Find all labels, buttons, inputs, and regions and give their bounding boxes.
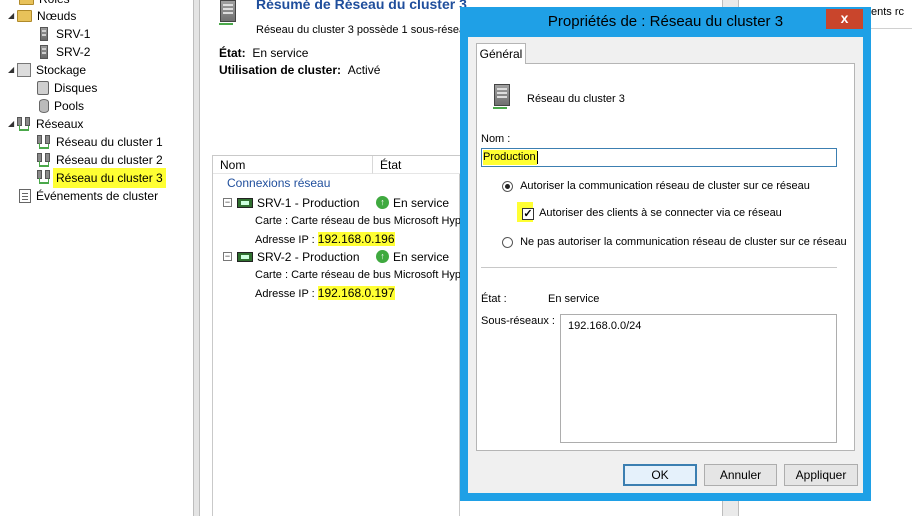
network-connections-list[interactable]: Nom État Connexions réseau − SRV-1 - Prod…	[212, 155, 461, 516]
storage-icon	[17, 63, 31, 77]
network-icon	[37, 170, 51, 184]
apply-button[interactable]: Appliquer	[784, 464, 858, 486]
navigation-tree: Rôles ◢Nœuds SRV-1 SRV-2 ◢Stockage Disqu…	[0, 0, 193, 516]
tree-item-network-2[interactable]: Réseau du cluster 2	[37, 151, 166, 169]
subnets-label: Sous-réseaux :	[481, 315, 555, 327]
network-icon	[493, 84, 510, 109]
ip-address: Adresse IP : 192.168.0.196	[255, 232, 395, 246]
network-name: Réseau du cluster 3	[527, 93, 625, 105]
tab-panel: Réseau du cluster 3 Nom : Production Aut…	[476, 63, 855, 451]
ip-address: Adresse IP : 192.168.0.197	[255, 286, 395, 300]
tree-item-networks[interactable]: ◢ Réseaux	[8, 115, 86, 133]
network-adapter-icon	[237, 252, 253, 262]
tree-item-cluster-events[interactable]: Événements de cluster	[19, 187, 161, 205]
name-label: Nom :	[481, 133, 511, 145]
actions-text: ents rc	[871, 6, 905, 18]
summary-description: Réseau du cluster 3 possède 1 sous-résea…	[256, 24, 472, 36]
tree-item-network-1[interactable]: Réseau du cluster 1	[37, 133, 166, 151]
network-icon	[37, 153, 51, 167]
tree-item-storage[interactable]: ◢ Stockage	[8, 61, 89, 79]
server-icon	[40, 45, 48, 59]
disk-icon	[37, 81, 49, 95]
summary-state: État: En service	[219, 46, 309, 60]
status-cell: ↑ En service	[376, 194, 449, 212]
expand-arrow-icon[interactable]: ◢	[8, 61, 17, 79]
check-icon[interactable]: ✓	[522, 208, 534, 220]
expand-arrow-icon[interactable]: ◢	[8, 115, 17, 133]
networks-icon	[17, 117, 31, 131]
pool-icon	[39, 99, 49, 113]
group-header: Connexions réseau	[227, 176, 331, 190]
radio-disallow-cluster[interactable]: Ne pas autoriser la communication réseau…	[502, 236, 847, 250]
list-item[interactable]: 192.168.0.0/24	[568, 320, 641, 332]
text-caret	[536, 151, 538, 164]
properties-dialog: Propriétés de : Réseau du cluster 3 x Gé…	[460, 7, 871, 501]
radio-allow-cluster-button[interactable]	[502, 181, 513, 192]
tree-item-nodes[interactable]: ◢ Nœuds	[8, 7, 79, 25]
table-row[interactable]: − SRV-2 - Production	[223, 248, 360, 266]
dialog-body: Général Réseau du cluster 3 Nom : Produc…	[468, 37, 863, 493]
tree-item-disks[interactable]: Disques	[37, 79, 100, 97]
tab-general[interactable]: Général	[476, 43, 526, 64]
status-up-icon: ↑	[376, 250, 389, 263]
column-header-name[interactable]: Nom	[213, 156, 373, 174]
column-header-state[interactable]: État	[373, 156, 461, 174]
server-icon	[40, 27, 48, 41]
collapse-icon[interactable]: −	[223, 198, 232, 207]
radio-disallow-cluster-button[interactable]	[502, 237, 513, 248]
table-row[interactable]: − SRV-1 - Production	[223, 194, 360, 212]
cancel-button[interactable]: Annuler	[704, 464, 777, 486]
radio-allow-cluster[interactable]: Autoriser la communication réseau de clu…	[502, 180, 810, 194]
adapter-text: Carte : Carte réseau de bus Microsoft Hy…	[255, 269, 460, 281]
status-up-icon: ↑	[376, 196, 389, 209]
expand-arrow-icon[interactable]: ◢	[8, 7, 17, 25]
tree-item-network-3[interactable]: Réseau du cluster 3	[37, 168, 166, 188]
collapse-icon[interactable]: −	[223, 252, 232, 261]
checkbox-allow-clients[interactable]: ✓ Autoriser des clients à se connecter v…	[522, 207, 782, 221]
status-cell: ↑ En service	[376, 248, 449, 266]
divider	[481, 267, 837, 268]
name-input[interactable]: Production	[481, 148, 837, 167]
close-button[interactable]: x	[826, 9, 863, 29]
subnets-list[interactable]: 192.168.0.0/24	[560, 314, 837, 443]
pane-splitter[interactable]	[193, 0, 200, 516]
summary-title: Résumé de Réseau du cluster 3	[256, 0, 467, 12]
network-icon	[37, 135, 51, 149]
nodes-icon	[17, 10, 32, 22]
state-label: État :	[481, 293, 507, 305]
events-icon	[19, 189, 31, 203]
tree-item-srv2[interactable]: SRV-2	[37, 43, 93, 61]
state-value: En service	[548, 293, 600, 305]
summary-usage: Utilisation de cluster: Activé	[219, 63, 381, 77]
ok-button[interactable]: OK	[623, 464, 697, 486]
dialog-title: Propriétés de : Réseau du cluster 3	[547, 13, 784, 30]
roles-icon	[19, 0, 34, 5]
network-adapter-icon	[237, 198, 253, 208]
tree-item-srv1[interactable]: SRV-1	[37, 25, 93, 43]
tree-item-pools[interactable]: Pools	[37, 97, 87, 115]
network-icon	[219, 0, 236, 25]
adapter-text: Carte : Carte réseau de bus Microsoft Hy…	[255, 215, 460, 227]
